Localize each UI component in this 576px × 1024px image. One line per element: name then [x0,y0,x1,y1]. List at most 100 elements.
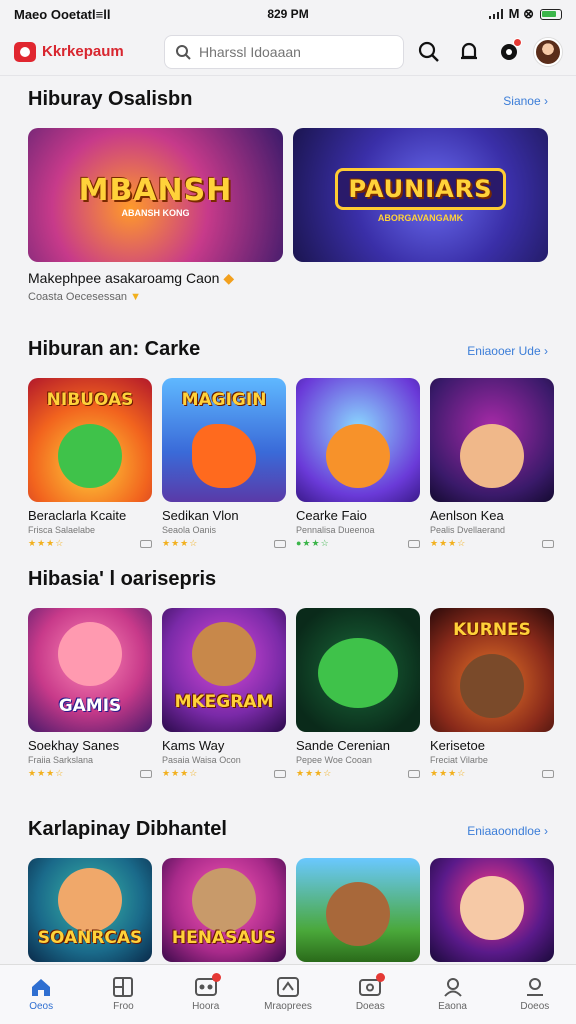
section-category: Hiburan an: Carke Eniaooer Ude › NIBUOAS… [28,338,554,549]
rating-stars: ★★★☆ [430,538,467,548]
mascot-image [318,638,398,708]
brand-logo[interactable]: Kkrkepaum [14,41,154,62]
download-icon[interactable] [274,769,286,778]
featured-card[interactable]: MBANSH ABANSH KONG [28,128,283,262]
download-icon[interactable] [542,539,554,548]
mascot-image [326,424,390,488]
game-title: Sande Cerenian [296,738,390,753]
nav-item-apps[interactable]: Mraoprees [247,965,329,1024]
game-tile[interactable]: MAGIGIN Sedikan Vlon Seaola Oanis ★★★☆ [162,378,286,549]
carrier-label: Maeo Ooetatl≡ll [14,6,111,22]
section-title: Hibasia' l oarisepris [28,568,217,590]
rating-stars: ●★★☆ [296,538,330,548]
download-icon[interactable] [408,539,420,548]
mascot-image [326,882,390,946]
game-title: Cearke Faio [296,508,367,523]
search-input[interactable] [199,43,393,60]
avatar[interactable] [534,37,562,66]
game-thumbnail: SOANRCAS [28,858,152,962]
see-all-link[interactable]: Eniaooer Ude › [467,344,548,358]
see-all-label: Eniaaoondloe [467,824,541,838]
game-logo-text: KURNES [453,620,531,640]
download-icon[interactable] [140,539,152,548]
home-icon [32,979,51,996]
nav-label: Froo [113,1001,134,1012]
game-thumbnail [296,858,420,962]
game-tile[interactable]: SOANRCAS [28,858,152,962]
rating-stars: ★★★☆ [28,768,65,778]
game-developer: Freciat Vilarbe [430,755,488,765]
game-thumbnail [296,378,420,502]
nav-item-home[interactable]: Oeos [0,965,82,1024]
game-tile[interactable]: Aenlson Kea Pealis Dvellaerand ★★★☆ [430,378,554,549]
game-thumbnail: NIBUOAS [28,378,152,502]
featured-banner-title: MBANSH [78,172,233,208]
game-developer: Pasaia Waisa Ocon [162,755,241,765]
messages-button[interactable] [494,37,524,67]
see-all-link[interactable]: Eniaaoondloe › [467,824,548,838]
download-icon[interactable] [274,539,286,548]
game-tile[interactable]: KURNES Kerisetoe Freciat Vilarbe ★★★☆ [430,608,554,779]
download-icon[interactable] [140,769,152,778]
game-tile[interactable]: Cearke Faio Pennalisa Dueenoa ●★★☆ [296,378,420,549]
see-all-link[interactable]: Sianoe › [503,94,548,108]
nav-item-profile[interactable]: Doeos [494,965,576,1024]
mascot-image [460,654,524,718]
game-logo-text: HENASAUS [171,928,277,948]
brand-name: Kkrkepaum [42,43,124,60]
mascot-image [460,876,524,940]
mascot-image [58,424,122,488]
signal-icon [488,9,503,19]
nav-item-people[interactable]: Eaona [411,965,493,1024]
game-thumbnail: MAGIGIN [162,378,286,502]
messages-badge [513,37,522,47]
game-tile[interactable] [430,858,554,962]
game-developer: Pealis Dvellaerand [430,525,506,535]
game-developer: Seaola Oanis [162,525,217,535]
notifications-button[interactable] [454,37,484,67]
featured-card[interactable]: PAUNIARS ABORGAVANGAMK [293,128,548,262]
section-featured: Hiburay Osalisbn Sianoe › MBANSH ABANSH … [28,88,548,303]
app-bar: Kkrkepaum [0,28,576,76]
game-tile[interactable]: GAMIS Soekhay Sanes Fraiia Sarkslana ★★★… [28,608,152,779]
search-icon [176,44,191,60]
bell-icon [461,42,477,59]
section-title: Karlapinay Dibhantel [28,818,227,840]
featured-caption-sub: Coasta Oecesessan ▼ [28,291,142,303]
logo-mark-icon [14,41,36,62]
nav-badge [376,973,386,982]
nav-badge [211,973,221,982]
search-button[interactable] [414,37,444,67]
nav-item-browse[interactable]: Froo [82,965,164,1024]
nav-label: Oeos [29,1001,54,1012]
bottom-nav: Oeos Froo Hoora Mraoprees Doeas Eaona Do… [0,964,576,1024]
game-tile[interactable]: NIBUOAS Beraclarla Kcaite Frisca Salaela… [28,378,152,549]
nav-item-library[interactable]: Doeas [329,965,411,1024]
download-icon[interactable] [542,769,554,778]
game-tile[interactable] [296,858,420,962]
nav-label: Eaona [438,1001,467,1012]
search-box[interactable] [164,34,404,69]
nav-label: Mraoprees [264,1001,312,1012]
game-logo-text: NIBUOAS [46,390,134,410]
mascot-image [58,868,122,932]
download-icon[interactable] [408,769,420,778]
game-title: Beraclarla Kcaite [28,508,127,523]
game-tile[interactable]: MKEGRAM Kams Way Pasaia Waisa Ocon ★★★☆ [162,608,286,779]
rating-stars: ★★★☆ [296,768,333,778]
grid-icon [113,977,134,997]
nav-item-games[interactable]: Hoora [165,965,247,1024]
featured-banner-sub: ABANSH KONG [121,207,190,218]
mascot-image [192,424,256,488]
game-developer: Fraiia Sarkslana [28,755,94,765]
game-tile[interactable]: HENASAUS [162,858,286,962]
game-developer: Frisca Salaelabe [28,525,96,535]
game-thumbnail [430,858,554,962]
game-title: Soekhay Sanes [28,738,120,753]
see-all-label: Sianoe [503,94,541,108]
game-tile[interactable]: Sande Cerenian Pepee Woe Cooan ★★★☆ [296,608,420,779]
featured-banner-title: PAUNIARS [335,167,506,210]
game-logo-text: MKEGRAM [174,692,274,712]
nav-label: Doeos [520,1001,550,1012]
game-thumbnail: HENASAUS [162,858,286,962]
